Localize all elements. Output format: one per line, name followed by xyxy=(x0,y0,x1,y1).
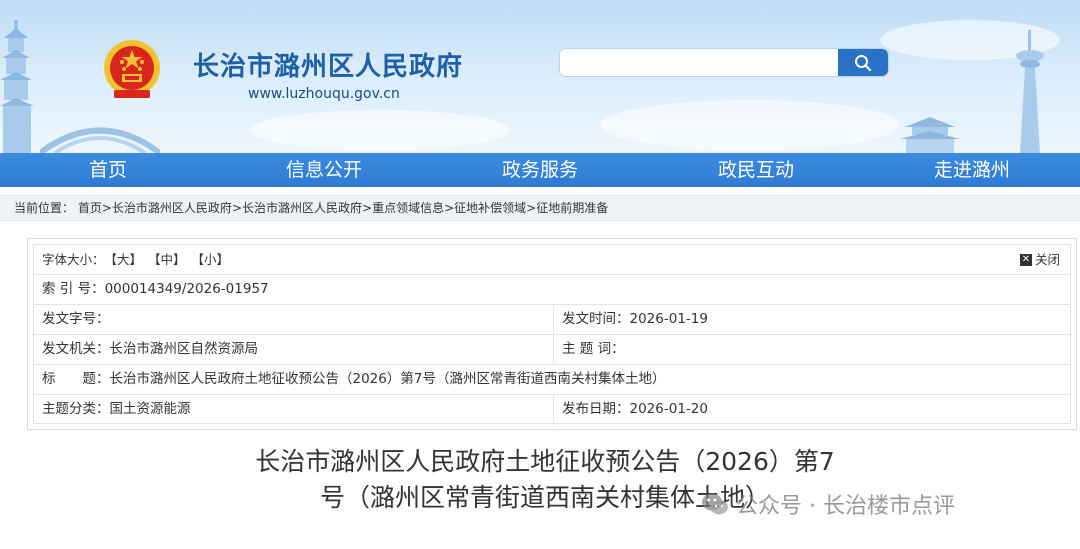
publish-date-value: 2026-01-20 xyxy=(629,401,708,417)
breadcrumb-item[interactable]: 长治市潞州区人民政府 xyxy=(112,201,232,215)
site-title: 长治市潞州区人民政府 xyxy=(193,52,464,82)
issuer-cell: 发文机关：长治市潞州区自然资源局 xyxy=(34,335,553,364)
font-size-row: 字体大小： 【大】 【中】 【小】 ✕ 关闭 xyxy=(34,245,1070,275)
nav-item-public-interaction[interactable]: 政民互动 xyxy=(648,153,864,187)
index-number-label: 索 引 号： xyxy=(42,281,105,297)
issuer-value: 长治市潞州区自然资源局 xyxy=(109,341,259,357)
category-label: 主题分类： xyxy=(42,401,110,417)
publish-date-label: 发布日期： xyxy=(562,401,630,417)
main-nav: 首页 信息公开 政务服务 政民互动 走进潞州 xyxy=(0,153,1080,187)
category-cell: 主题分类：国土资源能源 xyxy=(34,395,553,425)
search-input[interactable] xyxy=(560,49,838,76)
decorative-cloud xyxy=(250,110,510,150)
watermark-text: 公众号 · 长治楼市点评 xyxy=(736,494,955,519)
search-box xyxy=(560,49,888,76)
font-size-controls: 字体大小： 【大】 【中】 【小】 ✕ 关闭 xyxy=(34,245,1070,274)
font-size-medium-button[interactable]: 【中】 xyxy=(148,245,186,274)
breadcrumb: 当前位置： 首页>长治市潞州区人民政府>长治市潞州区人民政府>重点领域信息>征地… xyxy=(0,195,1080,221)
category-row: 主题分类：国土资源能源 发布日期：2026-01-20 xyxy=(34,395,1070,425)
publish-date-cell: 发布日期：2026-01-20 xyxy=(553,395,1070,425)
issue-time-value: 2026-01-19 xyxy=(629,311,708,327)
issuer-row: 发文机关：长治市潞州区自然资源局 主 题 词： xyxy=(34,335,1070,365)
index-number-cell: 索 引 号：000014349/2026-01957 xyxy=(34,275,1070,304)
breadcrumb-separator: > xyxy=(444,201,455,215)
breadcrumb-separator: > xyxy=(231,201,242,215)
category-value: 国土资源能源 xyxy=(109,401,191,417)
breadcrumb-item[interactable]: 征地补偿领域 xyxy=(454,201,526,215)
breadcrumb-separator: > xyxy=(362,201,373,215)
national-emblem-logo xyxy=(104,40,160,98)
close-label: 关闭 xyxy=(1034,252,1060,267)
breadcrumb-item[interactable]: 首页 xyxy=(78,201,102,215)
document-info-table: 字体大小： 【大】 【中】 【小】 ✕ 关闭 索 引 号：000014349/2… xyxy=(33,244,1071,425)
issuer-label: 发文机关： xyxy=(42,341,110,357)
document-info-panel: 字体大小： 【大】 【中】 【小】 ✕ 关闭 索 引 号：000014349/2… xyxy=(27,238,1077,430)
index-number-value: 000014349/2026-01957 xyxy=(104,281,269,297)
pagoda-illustration xyxy=(0,20,34,153)
breadcrumb-item[interactable]: 长治市潞州区人民政府 xyxy=(242,201,362,215)
article-title-line-1: 长治市潞州区人民政府土地征收预公告（2026）第7 xyxy=(255,447,835,476)
bridge-illustration xyxy=(40,127,160,153)
nav-item-info-disclosure[interactable]: 信息公开 xyxy=(216,153,432,187)
header-banner: 长治市潞州区人民政府 www.luzhouqu.gov.cn xyxy=(0,0,1080,153)
close-button[interactable]: ✕ 关闭 xyxy=(1019,245,1070,274)
font-size-large-button[interactable]: 【大】 xyxy=(105,245,143,274)
doc-number-cell: 发文字号： xyxy=(34,305,553,334)
breadcrumb-item-current[interactable]: 征地前期准备 xyxy=(536,201,608,215)
decorative-cloud xyxy=(600,100,900,150)
nav-item-about-luzhou[interactable]: 走进潞州 xyxy=(864,153,1080,187)
breadcrumb-separator: > xyxy=(101,201,112,215)
title-value: 长治市潞州区人民政府土地征收预公告（2026）第7号（潞州区常青街道西南关村集体… xyxy=(109,371,666,387)
issue-time-label: 发文时间： xyxy=(562,311,630,327)
font-size-label: 字体大小： xyxy=(42,252,105,267)
index-number-row: 索 引 号：000014349/2026-01957 xyxy=(34,275,1070,305)
issue-time-cell: 发文时间：2026-01-19 xyxy=(553,305,1070,334)
site-url: www.luzhouqu.gov.cn xyxy=(248,86,400,102)
breadcrumb-prefix: 当前位置： xyxy=(14,201,75,215)
title-label: 标 题： xyxy=(42,371,110,387)
nav-item-government-services[interactable]: 政务服务 xyxy=(432,153,648,187)
keywords-cell: 主 题 词： xyxy=(553,335,1070,364)
wechat-logo-icon xyxy=(702,493,728,515)
pavilion-illustration xyxy=(900,117,960,153)
doc-number-row: 发文字号： 发文时间：2026-01-19 xyxy=(34,305,1070,335)
font-size-small-button[interactable]: 【小】 xyxy=(192,245,230,274)
tv-tower-illustration xyxy=(1016,30,1044,153)
keywords-label: 主 题 词： xyxy=(562,341,625,357)
title-row: 标 题：长治市潞州区人民政府土地征收预公告（2026）第7号（潞州区常青街道西南… xyxy=(34,365,1070,395)
close-icon: ✕ xyxy=(1019,253,1032,266)
title-cell: 标 题：长治市潞州区人民政府土地征收预公告（2026）第7号（潞州区常青街道西南… xyxy=(34,365,1070,394)
search-icon xyxy=(855,54,872,71)
doc-number-label: 发文字号： xyxy=(42,311,110,327)
breadcrumb-item[interactable]: 重点领域信息 xyxy=(372,201,444,215)
breadcrumb-separator: > xyxy=(526,201,537,215)
wechat-watermark: 公众号 · 长治楼市点评 xyxy=(700,487,955,521)
nav-item-home[interactable]: 首页 xyxy=(0,153,216,187)
search-button[interactable] xyxy=(838,49,888,76)
